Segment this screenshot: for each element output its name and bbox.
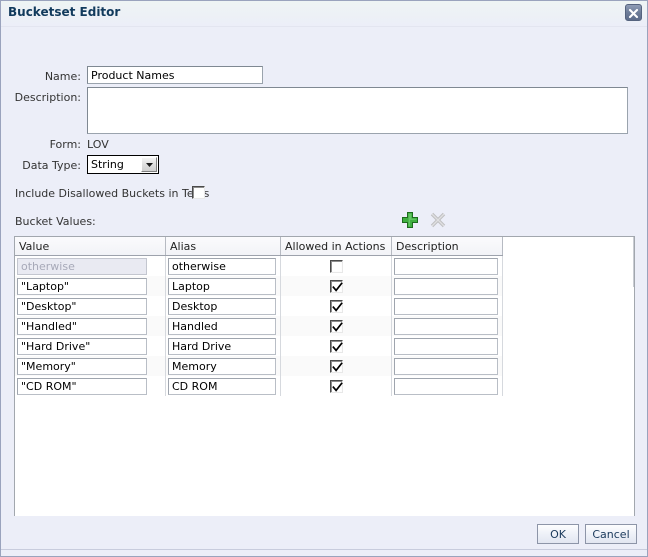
- description-input[interactable]: [87, 87, 628, 134]
- dialog-title: Bucketset Editor: [8, 5, 121, 19]
- value-input: [17, 257, 147, 275]
- form-value: LOV: [87, 138, 109, 151]
- cell-description: [391, 255, 503, 276]
- allowed-in-actions-checkbox[interactable]: [329, 259, 343, 273]
- ok-button[interactable]: OK: [537, 524, 579, 544]
- cell-alias: [165, 255, 281, 276]
- cell-description: [391, 356, 503, 376]
- bucket-values-table: Value Alias Allowed in Actions Descripti…: [15, 237, 503, 396]
- cell-value: [15, 376, 166, 396]
- value-input[interactable]: [17, 377, 147, 395]
- table-row[interactable]: [15, 276, 503, 296]
- alias-input[interactable]: [168, 277, 276, 295]
- allowed-in-actions-checkbox[interactable]: [329, 359, 343, 373]
- footer-divider: [1, 549, 647, 550]
- cell-alias: [165, 316, 281, 336]
- value-input[interactable]: [17, 357, 147, 375]
- alias-input[interactable]: [168, 357, 276, 375]
- table-body: [15, 255, 503, 396]
- allowed-in-actions-checkbox[interactable]: [329, 279, 343, 293]
- allowed-in-actions-checkbox[interactable]: [329, 339, 343, 353]
- close-icon[interactable]: [625, 4, 642, 21]
- column-header-allowed-in-actions[interactable]: Allowed in Actions: [280, 237, 392, 256]
- allowed-in-actions-checkbox[interactable]: [329, 319, 343, 333]
- description-input-cell[interactable]: [394, 377, 498, 395]
- cell-description: [391, 296, 503, 316]
- alias-input[interactable]: [168, 297, 276, 315]
- cell-allowed-in-actions: [280, 316, 392, 336]
- table-row[interactable]: [15, 255, 503, 276]
- dialog-content: Name: Description: Form: LOV Data Type: …: [1, 27, 647, 539]
- table-scrollbar[interactable]: [633, 237, 634, 287]
- value-input[interactable]: [17, 277, 147, 295]
- cell-alias: [165, 356, 281, 376]
- description-input-cell[interactable]: [394, 357, 498, 375]
- cell-value: [15, 336, 166, 356]
- cell-alias: [165, 336, 281, 356]
- cell-description: [391, 376, 503, 396]
- table-row[interactable]: [15, 356, 503, 376]
- description-input-cell[interactable]: [394, 317, 498, 335]
- description-input-cell[interactable]: [394, 257, 498, 275]
- data-type-selected-value: String: [91, 158, 124, 171]
- bucket-values-toolbar: [397, 209, 455, 231]
- description-input-cell[interactable]: [394, 337, 498, 355]
- table-row[interactable]: [15, 296, 503, 316]
- description-input-cell[interactable]: [394, 277, 498, 295]
- value-input[interactable]: [17, 297, 147, 315]
- cancel-button[interactable]: Cancel: [585, 524, 637, 544]
- cell-value: [15, 356, 166, 376]
- table-header: Value Alias Allowed in Actions Descripti…: [15, 237, 503, 256]
- value-input[interactable]: [17, 317, 147, 335]
- alias-input[interactable]: [168, 377, 276, 395]
- cell-alias: [165, 376, 281, 396]
- cell-value: [15, 296, 166, 316]
- cell-description: [391, 276, 503, 296]
- column-header-description[interactable]: Description: [391, 237, 503, 256]
- cell-description: [391, 336, 503, 356]
- bucket-values-label: Bucket Values:: [15, 215, 96, 228]
- cell-allowed-in-actions: [280, 376, 392, 396]
- alias-input[interactable]: [168, 337, 276, 355]
- bucket-values-table-panel: Value Alias Allowed in Actions Descripti…: [14, 236, 635, 539]
- table-row[interactable]: [15, 336, 503, 356]
- alias-input[interactable]: [168, 317, 276, 335]
- plus-icon[interactable]: [399, 209, 421, 231]
- dialog-titlebar: Bucketset Editor: [1, 1, 647, 27]
- column-header-value[interactable]: Value: [15, 237, 166, 256]
- chevron-down-icon[interactable]: [141, 157, 157, 172]
- include-disallowed-label: Include Disallowed Buckets in Tests: [15, 187, 210, 200]
- value-input[interactable]: [17, 337, 147, 355]
- data-type-select[interactable]: String: [87, 155, 159, 174]
- name-label: Name:: [44, 70, 81, 83]
- table-row[interactable]: [15, 376, 503, 396]
- cell-allowed-in-actions: [280, 336, 392, 356]
- alias-input[interactable]: [168, 257, 276, 275]
- cell-alias: [165, 296, 281, 316]
- cell-description: [391, 316, 503, 336]
- cell-value: [15, 276, 166, 296]
- form-label: Form:: [49, 138, 81, 151]
- cell-allowed-in-actions: [280, 296, 392, 316]
- include-disallowed-checkbox[interactable]: [192, 186, 205, 199]
- cell-allowed-in-actions: [280, 255, 392, 276]
- allowed-in-actions-checkbox[interactable]: [329, 379, 343, 393]
- allowed-in-actions-checkbox[interactable]: [329, 299, 343, 313]
- dialog-footer: OK Cancel: [1, 516, 647, 556]
- data-type-label: Data Type:: [22, 159, 81, 172]
- cell-allowed-in-actions: [280, 356, 392, 376]
- column-header-alias[interactable]: Alias: [165, 237, 281, 256]
- cell-allowed-in-actions: [280, 276, 392, 296]
- cell-alias: [165, 276, 281, 296]
- description-input-cell[interactable]: [394, 297, 498, 315]
- description-label: Description:: [14, 91, 81, 104]
- table-header-row: Value Alias Allowed in Actions Descripti…: [15, 237, 503, 256]
- name-input[interactable]: [87, 66, 263, 84]
- table-row[interactable]: [15, 316, 503, 336]
- bucketset-editor-dialog: Bucketset Editor Name: Description: Form…: [0, 0, 648, 557]
- delete-x-icon: [427, 209, 449, 231]
- cell-value: [15, 316, 166, 336]
- cell-value: [15, 255, 166, 276]
